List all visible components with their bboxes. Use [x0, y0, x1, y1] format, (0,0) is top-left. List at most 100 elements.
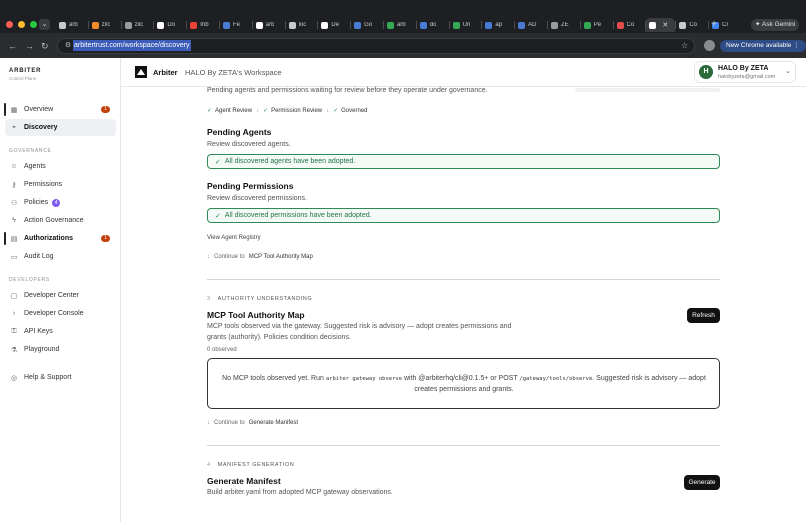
tab-favicon-icon [321, 21, 329, 29]
agents-adopted-text: All discovered agents have been adopted. [224, 158, 356, 165]
step-governed: Governed [341, 107, 368, 114]
browser-tab[interactable]: De [317, 18, 350, 32]
browser-tab[interactable]: loc [284, 18, 318, 32]
avatar: H [699, 65, 713, 79]
continue-prefix: Continue to [214, 254, 245, 260]
sidebar-item-policies[interactable]: ⚇ Policies 4 [5, 194, 116, 211]
section-title: AUTHORITY UNDERSTANDING [217, 296, 313, 302]
overview-count-badge: 1 [101, 106, 110, 113]
sidebar-item-agents[interactable]: ☺ Agents [5, 158, 116, 175]
clipboard-icon: ▤ [10, 235, 18, 243]
bookmark-star-icon[interactable]: ☆ [681, 40, 688, 52]
browser-tab[interactable]: arb [251, 18, 285, 32]
step-agent-review: Agent Review [215, 107, 253, 114]
chevron-down-icon: ⌄ [785, 68, 791, 75]
tab-label: Un [462, 22, 471, 28]
sidebar-item-help[interactable]: ◎ Help & Support [5, 369, 116, 386]
empty-text-part: No MCP tools observed yet. Run [222, 375, 326, 382]
browser-tab[interactable]: AD [514, 18, 547, 32]
tab-favicon-icon [452, 21, 460, 29]
tab-label: loc [298, 22, 307, 28]
empty-text-part: with @arbiterhq/cli@0.1.5+ or POST [402, 375, 520, 382]
tab-label: zilc [101, 22, 111, 28]
continue-to-manifest-link[interactable]: ↓ Continue to Generate Manifest [207, 420, 298, 426]
sidebar-item-permissions[interactable]: ⚷ Permissions [5, 176, 116, 193]
sidebar-item-developer-center[interactable]: ▢ Developer Center [5, 287, 116, 304]
tab-search-icon[interactable]: ⌄ [39, 19, 50, 30]
browser-tab[interactable]: zilc [87, 18, 121, 32]
sidebar-item-developer-console[interactable]: › Developer Console [5, 305, 116, 322]
tab-favicon-icon [485, 21, 493, 29]
sidebar-item-audit-log[interactable]: ▭ Audit Log [5, 248, 116, 265]
refresh-button[interactable]: Refresh [687, 308, 720, 323]
chrome-update-button[interactable]: New Chrome available ⋮ [720, 40, 806, 52]
tab-label: arb [265, 22, 275, 28]
ask-gemini-button[interactable]: ✦ Ask Gemini [751, 19, 800, 31]
sidebar-item-action-governance[interactable]: ϟ Action Governance [5, 212, 116, 229]
browser-tab[interactable]: Un [448, 18, 482, 32]
browser-tab[interactable]: arb [382, 18, 416, 32]
back-arrow-icon[interactable]: ← [8, 40, 17, 52]
browser-tab[interactable]: arb [55, 18, 88, 32]
minimize-window-button[interactable] [18, 21, 25, 28]
sidebar-item-overview[interactable]: ▦ Overview 1 [4, 101, 116, 118]
tab-label: zilc [134, 22, 144, 28]
generate-button[interactable]: Generate [684, 475, 720, 490]
browser-tab[interactable]: do [415, 18, 449, 32]
browser-tab[interactable]: ZE [546, 18, 580, 32]
tab-label: ap [495, 22, 503, 28]
tab-label: Pe [593, 22, 602, 28]
observed-count: 0 observed [207, 347, 237, 353]
browser-tab[interactable]: zilc [120, 18, 154, 32]
tab-favicon-icon [679, 21, 687, 29]
permissions-adopted-banner: ✓ All discovered permissions have been a… [207, 208, 720, 223]
new-tab-button[interactable]: + [711, 18, 717, 32]
site-info-icon[interactable]: ⚙ [63, 41, 73, 51]
sidebar-item-authorizations[interactable]: ▤ Authorizations 1 [4, 230, 116, 247]
view-agent-registry-link[interactable]: View Agent Registry [207, 235, 261, 241]
close-tab-icon[interactable]: ✕ [662, 21, 668, 29]
browser-tab[interactable]: Pe [579, 18, 613, 32]
reload-icon[interactable]: ↻ [41, 40, 49, 52]
check-icon: ✓ [215, 212, 221, 220]
continue-to-mcp-link[interactable]: ↓ Continue to MCP Tool Authority Map [207, 254, 313, 260]
sidebar-item-discovery[interactable]: ⌖ Discovery [5, 119, 116, 136]
address-bar-url[interactable]: arbitertrust.com/workspace/discovery [73, 40, 191, 51]
brand-name: ARBITER [9, 68, 42, 74]
sidebar-item-label: Action Governance [24, 217, 84, 224]
browser-tab[interactable]: ap [481, 18, 514, 32]
maximize-window-button[interactable] [30, 21, 37, 28]
tab-favicon-icon [354, 21, 362, 29]
tab-label: ZE [560, 22, 569, 28]
browser-tab[interactable]: Co [675, 18, 708, 32]
brand-subtitle: Control Plane [9, 76, 37, 81]
authorizations-count-badge: 1 [101, 235, 110, 242]
browser-tab[interactable]: Co [612, 18, 646, 32]
sidebar-item-label: Policies [24, 199, 49, 206]
browser-tab[interactable]: Fe [218, 18, 252, 32]
sidebar-item-api-keys[interactable]: ⚿ API Keys [5, 323, 116, 340]
browser-tab[interactable]: Go [350, 18, 383, 32]
tab-label: Co [689, 22, 698, 28]
flask-icon: ⚗ [10, 346, 18, 354]
user-email: halobyzeta@gmail.com [718, 74, 776, 80]
check-icon: ✓ [263, 108, 269, 114]
tab-favicon-icon [583, 21, 591, 29]
section-divider [207, 445, 720, 446]
browser-tab-bar: ⌄ arb zilc zilc Do Inb Fe arb loc De Go arb do Un ap A… [0, 0, 806, 34]
step-permission-review: Permission Review [271, 107, 323, 114]
tab-favicon-icon [419, 21, 427, 29]
sidebar-item-playground[interactable]: ⚗ Playground [5, 341, 116, 358]
tab-favicon-icon [124, 21, 132, 29]
policy-icon: ⚇ [10, 199, 18, 207]
workspace-name: HALO By ZETA's Workspace [185, 68, 282, 77]
close-window-button[interactable] [6, 21, 13, 28]
browser-tab[interactable]: Do [153, 18, 186, 32]
tab-label: AD [528, 22, 537, 28]
forward-arrow-icon[interactable]: → [25, 40, 34, 52]
browser-tab[interactable]: Inb [186, 18, 219, 32]
tab-favicon-icon [59, 21, 66, 29]
profile-avatar-icon[interactable] [704, 40, 715, 51]
tab-favicon-icon [518, 21, 526, 29]
browser-tab[interactable]: ✕ [645, 18, 676, 32]
